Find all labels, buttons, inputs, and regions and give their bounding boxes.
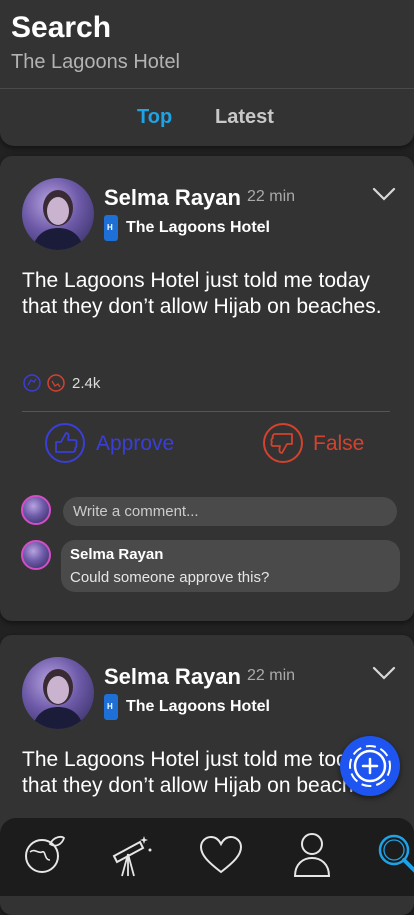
post-text: The Lagoons Hotel just told me today tha… — [22, 269, 382, 318]
approve-button[interactable]: Approve — [44, 422, 184, 466]
nav-favorites[interactable] — [196, 830, 246, 880]
comment-avatar[interactable] — [21, 540, 51, 570]
search-query[interactable]: The Lagoons Hotel — [11, 51, 180, 74]
chevron-down-icon[interactable] — [372, 186, 396, 202]
nav-explore[interactable] — [20, 830, 70, 880]
tab-top[interactable]: Top — [137, 106, 172, 129]
approve-reaction-icon — [23, 374, 41, 392]
avatar-portrait — [32, 190, 84, 250]
hotel-icon: H — [104, 215, 118, 241]
profile-icon — [293, 833, 331, 877]
comment-input[interactable]: Write a comment... — [63, 497, 397, 526]
plus-circle-icon — [349, 745, 391, 787]
false-label: False — [313, 432, 365, 455]
hotel-icon-letter: H — [107, 702, 113, 711]
false-reaction-icon — [47, 374, 65, 392]
divider — [22, 411, 390, 412]
false-button[interactable]: False — [262, 422, 372, 466]
hotel-name[interactable]: The Lagoons Hotel — [126, 219, 270, 237]
thumbs-down-icon — [263, 423, 303, 463]
nav-search[interactable] — [374, 830, 414, 880]
avatar[interactable] — [22, 178, 94, 250]
nav-profile[interactable] — [287, 830, 337, 880]
globe-leaf-icon — [25, 836, 66, 873]
page-title: Search — [11, 11, 112, 44]
tab-latest[interactable]: Latest — [215, 106, 274, 129]
avatar-portrait — [32, 669, 84, 729]
reaction-count: 2.4k — [72, 375, 101, 392]
author-name[interactable]: Selma Rayan — [104, 185, 241, 211]
author-name[interactable]: Selma Rayan — [104, 664, 241, 690]
commenter-avatar[interactable] — [21, 495, 51, 525]
hotel-icon-letter: H — [107, 223, 113, 232]
thumbs-up-icon — [45, 423, 85, 463]
comment-bubble: Selma Rayan Could someone approve this? — [61, 540, 400, 592]
post-time: 22 min — [247, 188, 296, 205]
hotel-icon: H — [104, 694, 118, 720]
chevron-down-icon[interactable] — [372, 665, 396, 681]
new-post-button[interactable] — [340, 736, 400, 796]
nav-discover[interactable] — [106, 830, 156, 880]
hotel-name[interactable]: The Lagoons Hotel — [126, 698, 270, 716]
telescope-icon — [112, 836, 152, 877]
bottom-nav — [0, 818, 414, 896]
approve-label: Approve — [96, 432, 175, 455]
search-header: Search The Lagoons Hotel Top Latest — [0, 0, 414, 146]
post-card: Selma Rayan 22 min H The Lagoons Hotel T… — [0, 156, 414, 621]
comment-text: Could someone approve this? — [70, 569, 270, 586]
avatar[interactable] — [22, 657, 94, 729]
comment-author[interactable]: Selma Rayan — [70, 546, 163, 563]
search-icon — [378, 834, 414, 873]
heart-icon — [199, 835, 243, 874]
post-time: 22 min — [247, 667, 296, 684]
header-divider — [0, 88, 414, 89]
